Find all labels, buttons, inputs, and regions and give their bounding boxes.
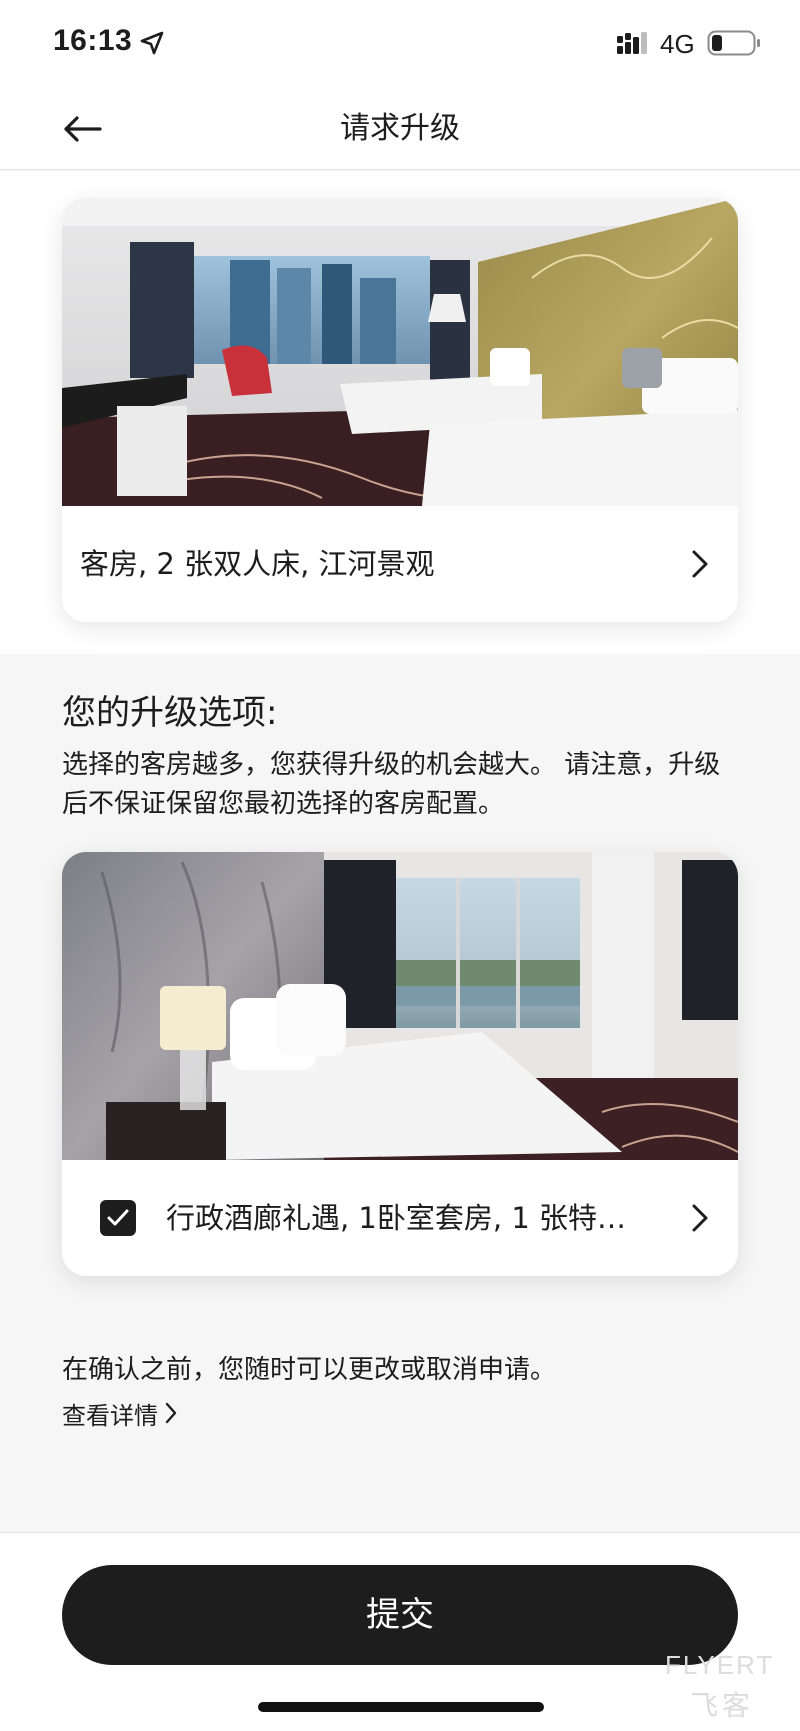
watermark-sub: 飞客 [690, 1689, 755, 1722]
upgrade-room-card[interactable]: 行政酒廊礼遇, 1卧室套房, 1 张特… [62, 852, 738, 1276]
checkmark-icon [107, 1209, 129, 1226]
upgrade-room-label: 行政酒廊礼遇, 1卧室套房, 1 张特… [166, 1201, 626, 1235]
page-title: 请求升级 [340, 111, 460, 146]
submit-button[interactable]: 提交 [62, 1565, 738, 1665]
current-room-row[interactable]: 客房, 2 张双人床, 江河景观 [62, 506, 738, 622]
room-photo [62, 198, 738, 506]
arrow-left-icon [64, 116, 102, 142]
chevron-right-icon [692, 1204, 708, 1232]
location-arrow-icon [140, 31, 164, 55]
chevron-right-icon [692, 550, 708, 578]
network-label: 4G [660, 29, 695, 59]
current-room-card[interactable]: 客房, 2 张双人床, 江河景观 [62, 198, 738, 622]
upgrade-options-heading: 您的升级选项: [62, 693, 278, 733]
status-bar: 16:13 4G [0, 0, 800, 88]
view-details-label: 查看详情 [62, 1401, 158, 1430]
battery-icon [707, 30, 760, 56]
home-indicator [258, 1702, 544, 1712]
status-time: 16:13 [53, 24, 133, 57]
chevron-right-icon [165, 1402, 177, 1424]
current-room-label: 客房, 2 张双人床, 江河景观 [80, 547, 435, 581]
room-photo [62, 852, 738, 1160]
watermark: FLYERT [665, 1650, 775, 1680]
view-details-link[interactable]: 查看详情 [62, 1396, 178, 1430]
back-button[interactable] [56, 106, 108, 152]
change-cancel-note: 在确认之前，您随时可以更改或取消申请。 [62, 1355, 557, 1385]
nav-bar: 请求升级 [0, 88, 800, 170]
upgrade-room-checkbox[interactable] [100, 1200, 136, 1236]
upgrade-room-row[interactable]: 行政酒廊礼遇, 1卧室套房, 1 张特… [62, 1160, 738, 1276]
upgrade-options-description: 选择的客房越多，您获得升级的机会越大。 请注意，升级后不保证保留您最初选择的客房… [62, 750, 721, 819]
signal-icon [617, 32, 647, 54]
